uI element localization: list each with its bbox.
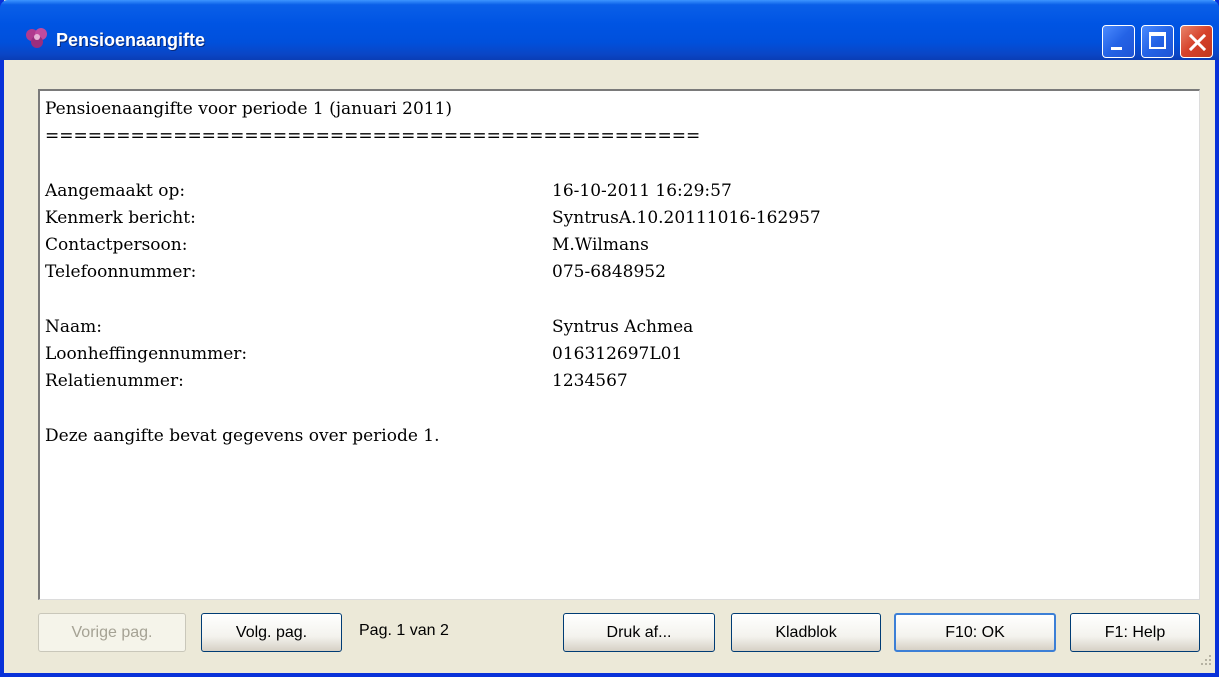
report-text-area[interactable]: Pensioenaangifte voor periode 1 (januari… <box>38 89 1200 600</box>
field-label-aangemaakt: Aangemaakt op: <box>45 181 186 201</box>
help-button[interactable]: F1: Help <box>1070 613 1200 652</box>
close-button[interactable] <box>1180 25 1213 58</box>
maximize-icon <box>1149 32 1166 49</box>
ok-button[interactable]: F10: OK <box>894 613 1056 652</box>
field-value-relatie: 1234567 <box>552 371 628 391</box>
field-value-loonheffing: 016312697L01 <box>552 344 683 364</box>
title-bar[interactable]: Pensioenaangifte <box>0 0 1219 60</box>
field-value-telefoon: 075-6848952 <box>552 262 666 282</box>
minimize-button[interactable] <box>1102 25 1135 58</box>
field-value-contactpersoon: M.Wilmans <box>552 235 649 255</box>
close-icon <box>1188 33 1207 52</box>
purple-flower-icon <box>26 28 47 48</box>
report-footer-text: Deze aangifte bevat gegevens over period… <box>45 426 440 446</box>
next-page-button[interactable]: Volg. pag. <box>201 613 342 652</box>
previous-page-button[interactable]: Vorige pag. <box>38 613 186 652</box>
field-label-contactpersoon: Contactpersoon: <box>45 235 188 255</box>
notepad-button[interactable]: Kladblok <box>731 613 881 652</box>
field-label-telefoon: Telefoonnummer: <box>45 262 197 282</box>
field-label-relatie: Relatienummer: <box>45 371 184 391</box>
print-button[interactable]: Druk af... <box>563 613 715 652</box>
report-heading: Pensioenaangifte voor periode 1 (januari… <box>45 99 453 119</box>
minimize-icon <box>1111 47 1122 50</box>
field-label-kenmerk: Kenmerk bericht: <box>45 208 196 228</box>
field-value-kenmerk: SyntrusA.10.20111016-162957 <box>552 208 821 228</box>
field-value-aangemaakt: 16-10-2011 16:29:57 <box>552 181 732 201</box>
field-label-loonheffing: Loonheffingennummer: <box>45 344 248 364</box>
page-indicator: Pag. 1 van 2 <box>359 622 449 639</box>
resize-grip-icon[interactable] <box>1199 653 1213 667</box>
window-title: Pensioenaangifte <box>56 30 206 50</box>
report-heading-underline: ========================================… <box>45 126 701 146</box>
field-value-naam: Syntrus Achmea <box>552 317 694 337</box>
field-label-naam: Naam: <box>45 317 102 337</box>
maximize-button[interactable] <box>1141 25 1174 58</box>
